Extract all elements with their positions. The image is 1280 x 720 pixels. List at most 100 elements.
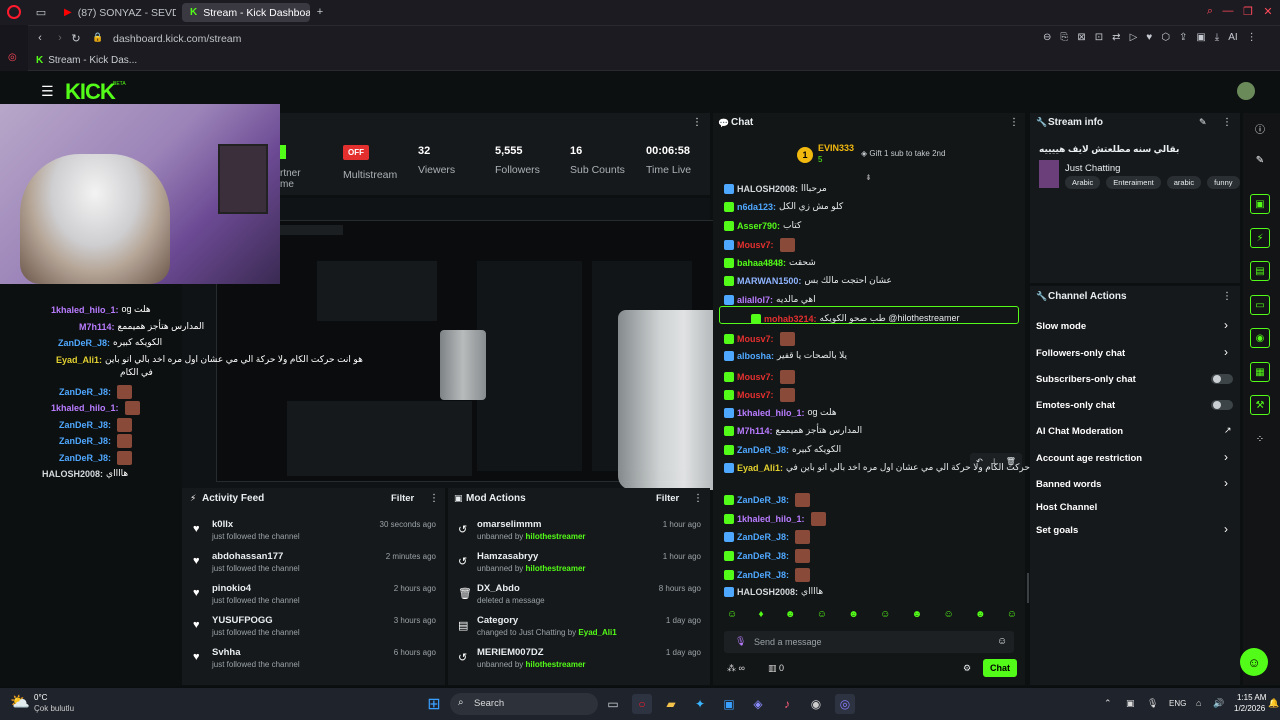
- store-icon[interactable]: ▣: [719, 694, 739, 714]
- channel-action-host-channel[interactable]: Host Channel: [1036, 502, 1097, 513]
- chat-username[interactable]: mohab3214:: [764, 314, 817, 324]
- tray-icon[interactable]: ▣: [1126, 698, 1135, 709]
- windows-start-icon[interactable]: ⊞: [424, 694, 444, 714]
- activity-item[interactable]: ♥ pinokio4 just followed the channel 2 hour…: [182, 583, 445, 613]
- clipboard-icon[interactable]: ▤: [1250, 261, 1270, 281]
- teams-icon[interactable]: ◈: [748, 694, 768, 714]
- tray-chevron-icon[interactable]: ⌃: [1104, 698, 1112, 709]
- chat-username[interactable]: Mousv7:: [737, 334, 774, 344]
- emote-icon[interactable]: ☺: [817, 609, 827, 620]
- ai-button[interactable]: AI: [1228, 32, 1237, 43]
- network-icon[interactable]: ⌂: [1196, 698, 1201, 708]
- more-icon[interactable]: ⋮: [429, 493, 439, 504]
- chat-username[interactable]: ZanDeR_J8:: [737, 445, 789, 455]
- lightning-icon[interactable]: ⚡: [1250, 228, 1270, 248]
- channel-action-account-age-restriction[interactable]: Account age restriction: [1036, 453, 1142, 464]
- channel-action-followers-only-chat[interactable]: Followers-only chat: [1036, 348, 1125, 359]
- music-icon[interactable]: ♪: [777, 694, 797, 714]
- volume-icon[interactable]: 🔊: [1213, 698, 1224, 709]
- taskbar-search[interactable]: ⌕ Search: [450, 693, 598, 715]
- opera-taskbar-icon[interactable]: ○: [632, 694, 652, 714]
- emote-icon[interactable]: ☻: [975, 609, 986, 620]
- notifications-icon[interactable]: 🔔: [1268, 698, 1279, 709]
- mod-action-by[interactable]: hilothestreamer: [526, 660, 586, 669]
- chat-username[interactable]: 1khaled_hilo_1:: [737, 514, 805, 524]
- hamburger-icon[interactable]: ☰: [41, 83, 54, 100]
- message-input[interactable]: 🎙 Send a message ☺: [724, 631, 1014, 653]
- task-view-icon[interactable]: ▭: [603, 694, 623, 714]
- chevron-right-icon[interactable]: ›: [1224, 345, 1228, 359]
- settings-icon[interactable]: ⚙: [963, 663, 971, 674]
- emote-icon[interactable]: ☺: [727, 609, 737, 620]
- minimize-icon[interactable]: —: [1221, 5, 1235, 17]
- chevron-right-icon[interactable]: ›: [1224, 318, 1228, 332]
- toggle-switch[interactable]: [1211, 400, 1233, 410]
- chat-username[interactable]: Mousv7:: [737, 372, 774, 382]
- more-icon[interactable]: ⋮: [1222, 291, 1232, 302]
- channel-action-ai-chat-moderation[interactable]: AI Chat Moderation: [1036, 426, 1123, 437]
- copilot-icon[interactable]: ✦: [690, 694, 710, 714]
- more-icon[interactable]: ⋮: [693, 493, 703, 504]
- chat-username[interactable]: MARWAN1500:: [737, 276, 801, 286]
- activity-item[interactable]: ♥ abdohassan177 just followed the channel 2…: [182, 551, 445, 581]
- forward-icon[interactable]: ›: [54, 32, 66, 44]
- clock-time[interactable]: 1:15 AM: [1237, 693, 1266, 702]
- plugin-icon[interactable]: ⁘: [1250, 429, 1270, 449]
- chat-username[interactable]: 1khaled_hilo_1:: [737, 408, 805, 418]
- emote-icon[interactable]: ☻: [785, 609, 796, 620]
- chat-username[interactable]: aliallol7:: [737, 295, 773, 305]
- layers-icon[interactable]: ▦: [1250, 362, 1270, 382]
- obs-icon[interactable]: ◉: [806, 694, 826, 714]
- clock-date[interactable]: 1/2/2026: [1234, 704, 1265, 713]
- mod-action-item[interactable]: ↺ omarselimmm unbanned by hilothestreamer 1…: [448, 519, 710, 549]
- more-icon[interactable]: ⋮: [692, 117, 702, 128]
- opera-logo-icon[interactable]: [7, 5, 21, 19]
- more-icon[interactable]: ⋮: [1009, 117, 1019, 128]
- toggle-switch[interactable]: [1211, 374, 1233, 384]
- channel-action-banned-words[interactable]: Banned words: [1036, 479, 1101, 490]
- search-tabs-icon[interactable]: ⌕: [1203, 5, 1217, 18]
- activity-item[interactable]: ♥ Svhha just followed the channel 6 hours a…: [182, 647, 445, 677]
- heart-icon[interactable]: ♥: [1146, 32, 1152, 43]
- activity-item[interactable]: ♥ YUSUFPOGG just followed the channel 3 hou…: [182, 615, 445, 645]
- mod-action-user[interactable]: Hamzasabryy: [477, 551, 538, 562]
- emote-icon[interactable]: ☻: [848, 609, 859, 620]
- reload-icon[interactable]: ↻: [70, 32, 82, 45]
- mod-action-item[interactable]: ↺ Hamzasabryy unbanned by hilothestreamer 1…: [448, 551, 710, 581]
- avatar[interactable]: [1237, 82, 1255, 100]
- activity-item[interactable]: ♥ k0llx just followed the channel 30 second…: [182, 519, 445, 549]
- wallet-icon[interactable]: ▣: [1196, 32, 1205, 43]
- activity-user[interactable]: pinokio4: [212, 583, 251, 594]
- points-display[interactable]: ▥ 0: [768, 663, 784, 674]
- chat-username[interactable]: n6da123:: [737, 202, 776, 212]
- emote-icon[interactable]: ☻: [912, 609, 923, 620]
- mod-filter-button[interactable]: Filter: [656, 493, 679, 504]
- mod-action-item[interactable]: ▤ Category changed to Just Chatting by Eya…: [448, 615, 710, 645]
- info-icon[interactable]: ⓘ: [1250, 118, 1270, 138]
- chat-username[interactable]: Eyad_Ali1:: [737, 463, 783, 473]
- tab-menu-icon[interactable]: ▭: [34, 5, 48, 19]
- tab-kick-dashboard[interactable]: K Stream - Kick Dashboard: [182, 3, 310, 22]
- share-icon[interactable]: ⇪: [1179, 32, 1187, 43]
- block-icon[interactable]: ⊠: [1077, 32, 1085, 43]
- mod-action-item[interactable]: ↺ MERIEM007DZ unbanned by hilothestreamer 1…: [448, 647, 710, 677]
- mod-action-user[interactable]: DX_Abdo: [477, 583, 520, 594]
- extensions-icon[interactable]: ⬡: [1161, 32, 1170, 43]
- pin-collapse-icon[interactable]: ⇟: [865, 173, 872, 182]
- back-icon[interactable]: ‹: [34, 32, 46, 44]
- chat-username[interactable]: albosha:: [737, 351, 774, 361]
- category-name[interactable]: Just Chatting: [1065, 163, 1120, 174]
- chat-username[interactable]: HALOSH2008:: [737, 184, 798, 194]
- edit-icon[interactable]: ✎: [1199, 117, 1207, 128]
- chat-scrollbar[interactable]: [1027, 573, 1029, 603]
- url-field[interactable]: dashboard.kick.com/stream: [113, 33, 241, 45]
- activity-user[interactable]: k0llx: [212, 519, 233, 530]
- chat-username[interactable]: ZanDeR_J8:: [737, 570, 789, 580]
- bookmark-item[interactable]: K Stream - Kick Das...: [36, 55, 137, 66]
- emote-icon[interactable]: ☺: [880, 609, 890, 620]
- chat-bubble-icon[interactable]: ▭: [1250, 295, 1270, 315]
- chat-username[interactable]: ZanDeR_J8:: [737, 532, 789, 542]
- more-icon[interactable]: ⋮: [1247, 32, 1257, 43]
- mod-action-user[interactable]: omarselimmm: [477, 519, 541, 530]
- chat-username[interactable]: Asser790:: [737, 221, 780, 231]
